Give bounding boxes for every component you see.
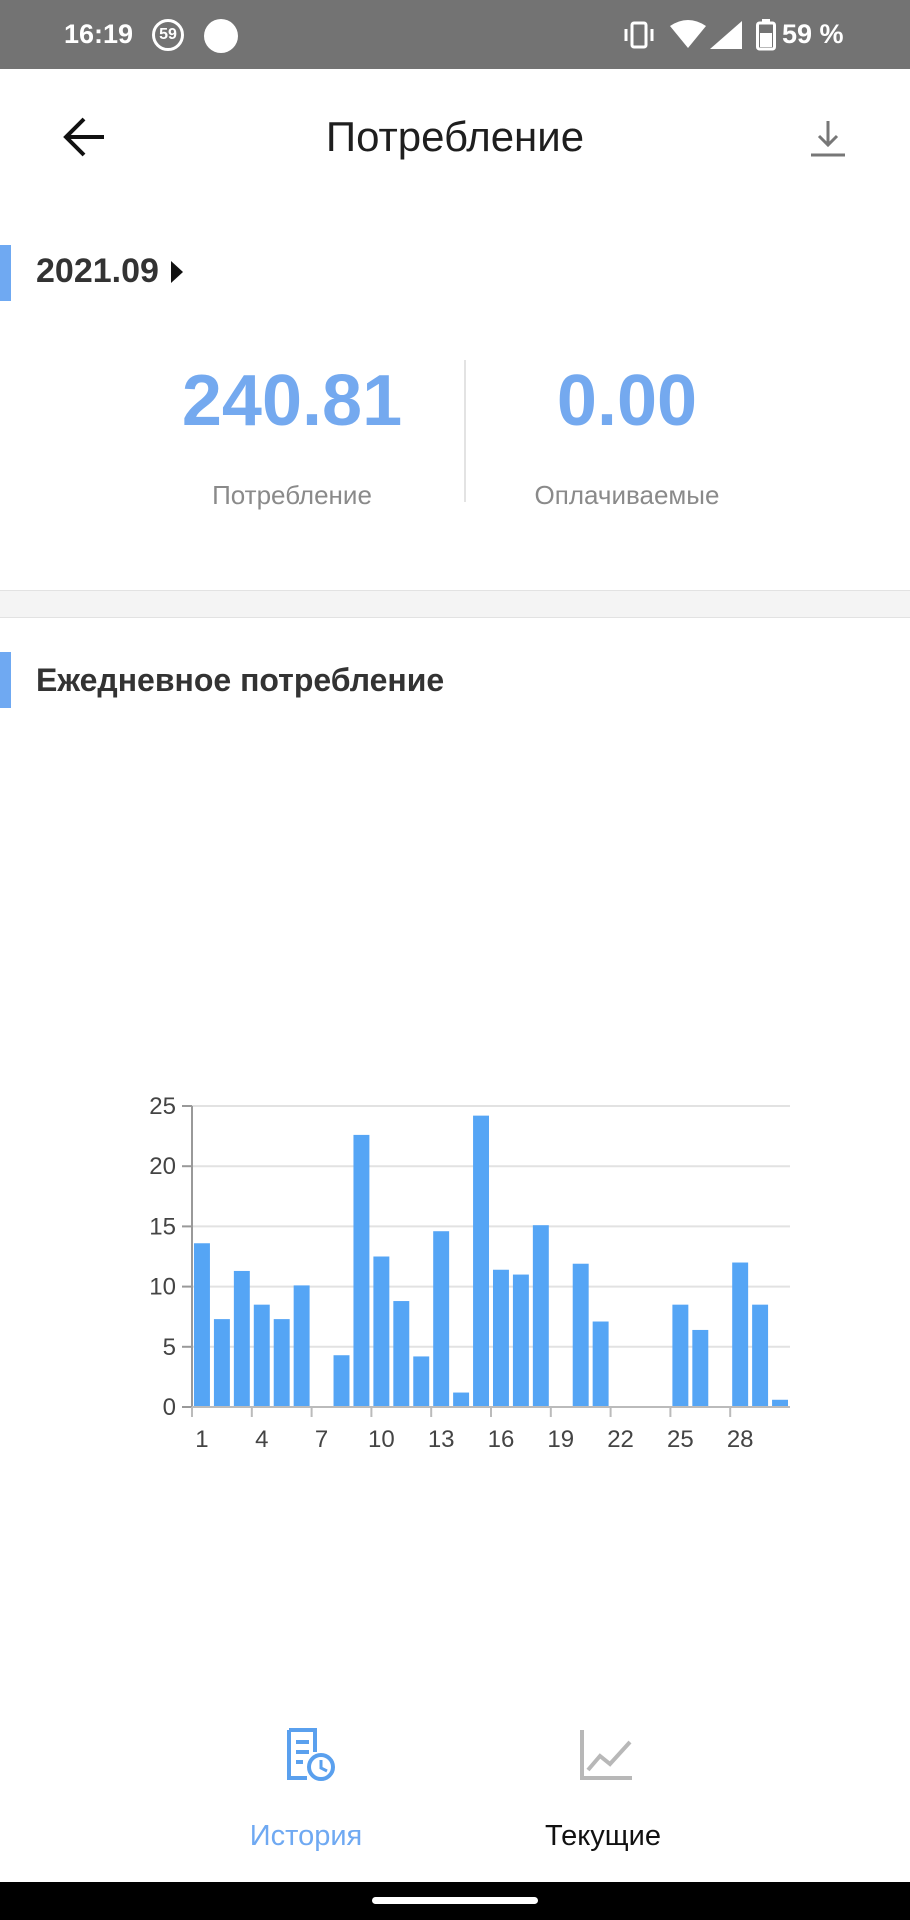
wifi-icon <box>670 20 706 48</box>
daily-consumption-chart: 0 5 10 15 20 25 1 4 7 10 13 16 19 22 25 28 <box>149 1093 790 1450</box>
chart-y-tick-label: 15 <box>149 1213 176 1240</box>
download-icon[interactable] <box>808 117 848 161</box>
chart-x-tick-label: 7 <box>315 1426 328 1450</box>
chart-bar-day-8[interactable] <box>333 1355 350 1407</box>
month-selector[interactable]: 2021.09 <box>36 252 183 291</box>
chart-x-tick-label: 19 <box>547 1426 574 1450</box>
caret-right-icon <box>170 260 183 283</box>
daily-consumption-title: Ежедневное потребление <box>36 662 445 698</box>
chart-y-tick-label: 20 <box>149 1153 176 1180</box>
history-document-icon <box>287 1728 335 1781</box>
chart-bar-day-17[interactable] <box>512 1274 529 1407</box>
chart-bar-day-5[interactable] <box>273 1319 290 1407</box>
chart-x-tick-label: 28 <box>727 1426 754 1450</box>
section-accent-bar <box>0 245 11 301</box>
notification-count-badge: 59 <box>152 19 184 51</box>
status-bar: 16:19 59 59 % <box>0 0 910 69</box>
chart-bar-day-21[interactable] <box>592 1321 609 1407</box>
chart-bar-day-25[interactable] <box>672 1304 689 1407</box>
page-title: Потребление <box>325 113 585 160</box>
chart-x-tick-label: 16 <box>488 1426 515 1450</box>
battery-percent: 59 % <box>782 19 844 49</box>
chart-bar-day-10[interactable] <box>373 1256 390 1408</box>
consumption-label: Потребление <box>212 480 372 510</box>
month-label: 2021.09 <box>36 252 159 290</box>
chart-bar-day-11[interactable] <box>393 1301 410 1407</box>
line-chart-icon <box>580 1730 632 1780</box>
battery-icon <box>756 19 776 51</box>
chart-bar-day-13[interactable] <box>433 1231 450 1407</box>
chart-bar-day-1[interactable] <box>193 1243 210 1407</box>
nav-label-current: Текущие <box>545 1820 661 1852</box>
notification-dot-icon <box>204 19 238 53</box>
chart-bar-day-16[interactable] <box>492 1269 509 1407</box>
chart-bar-day-9[interactable] <box>353 1134 370 1407</box>
consumption-value: 240.81 <box>181 361 403 441</box>
chart-bar-day-3[interactable] <box>233 1270 250 1407</box>
nav-item-current[interactable]: Текущие <box>493 1720 713 1860</box>
chart-bar-day-20[interactable] <box>572 1263 589 1407</box>
section-separator <box>0 590 910 618</box>
chart-bar-day-6[interactable] <box>293 1285 310 1407</box>
chart-bar-day-4[interactable] <box>253 1304 270 1407</box>
chart-x-tick-label: 13 <box>428 1426 455 1450</box>
chart-y-tick-label: 25 <box>149 1093 176 1120</box>
chart-bar-day-14[interactable] <box>453 1392 470 1407</box>
chart-x-tick-label: 10 <box>368 1426 395 1450</box>
chart-y-tick-label: 0 <box>163 1394 176 1421</box>
billable-label: Оплачиваемые <box>534 480 720 510</box>
chart-bar-day-30[interactable] <box>772 1399 789 1407</box>
signal-icon <box>710 21 742 49</box>
chart-bar-day-2[interactable] <box>213 1319 230 1407</box>
chart-bar-day-26[interactable] <box>692 1329 709 1407</box>
chart-bar-day-28[interactable] <box>732 1262 749 1407</box>
chart-x-tick-label: 1 <box>195 1426 208 1450</box>
nav-item-history[interactable]: История <box>196 1720 416 1860</box>
chart-x-tick-label: 4 <box>255 1426 268 1450</box>
chart-bar-day-12[interactable] <box>413 1356 430 1407</box>
chart-x-tick-label: 22 <box>607 1426 634 1450</box>
section-accent-bar <box>0 652 11 708</box>
chart-bar-day-18[interactable] <box>532 1225 549 1407</box>
chart-bar-day-29[interactable] <box>752 1304 769 1407</box>
chart-y-tick-label: 5 <box>163 1334 176 1361</box>
chart-y-tick-label: 10 <box>149 1274 176 1301</box>
billable-value: 0.00 <box>556 361 698 441</box>
vibrate-icon <box>624 21 654 49</box>
app-header: Потребление <box>0 69 910 205</box>
chart-bar-day-15[interactable] <box>473 1115 490 1407</box>
home-indicator[interactable] <box>372 1897 538 1904</box>
nav-label-history: История <box>249 1820 363 1852</box>
status-time: 16:19 <box>64 19 134 49</box>
chart-x-tick-label: 25 <box>667 1426 694 1450</box>
